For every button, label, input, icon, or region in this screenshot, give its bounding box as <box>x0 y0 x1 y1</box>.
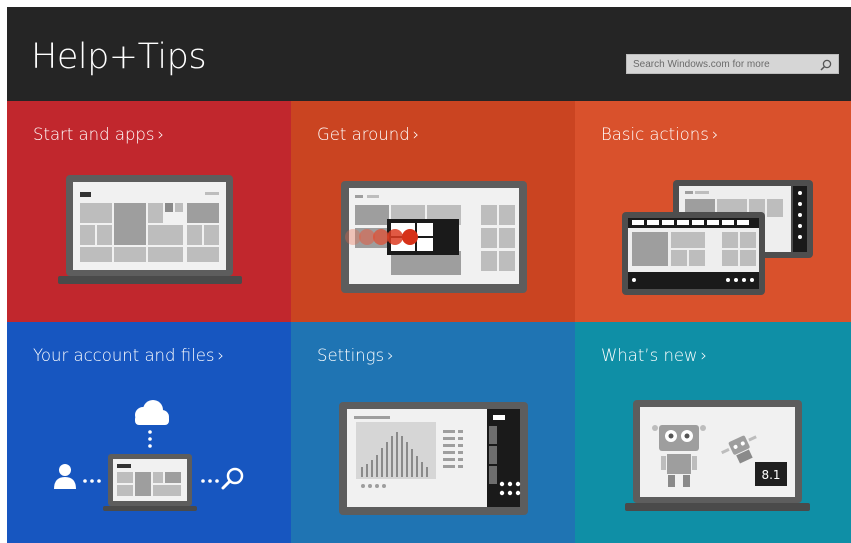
version-badge: 8.1 <box>761 468 780 482</box>
magnifier-icon <box>221 467 244 490</box>
laptop-start-screen-illustration <box>58 175 242 284</box>
tile-your-account-and-files[interactable]: Your account and files › <box>7 322 291 543</box>
two-tablets-illustration <box>622 180 813 295</box>
tile-settings[interactable]: Settings › <box>291 322 575 543</box>
laptop-robots-illustration: 8.1 <box>625 400 810 511</box>
tile-get-around[interactable]: Get around › <box>291 101 575 322</box>
tablet-swipe-illustration <box>341 181 527 293</box>
settings-tablet-illustration <box>339 402 528 515</box>
search-box[interactable] <box>626 54 839 74</box>
cloud-icon <box>135 400 169 425</box>
help-tips-app: Help+Tips Start and apps› <box>7 7 851 543</box>
tile-whats-new[interactable]: What’s new › 8.1 <box>575 322 851 543</box>
account-files-illustration <box>54 400 244 511</box>
tile-start-and-apps[interactable]: Start and apps › <box>7 101 291 322</box>
page-title: Help+Tips <box>31 37 207 77</box>
search-icon[interactable] <box>819 57 833 71</box>
search-input[interactable] <box>627 55 821 73</box>
tile-basic-actions[interactable]: Basic actions › <box>575 101 851 322</box>
user-icon <box>54 464 76 489</box>
header-bar: Help+Tips <box>7 7 851 101</box>
